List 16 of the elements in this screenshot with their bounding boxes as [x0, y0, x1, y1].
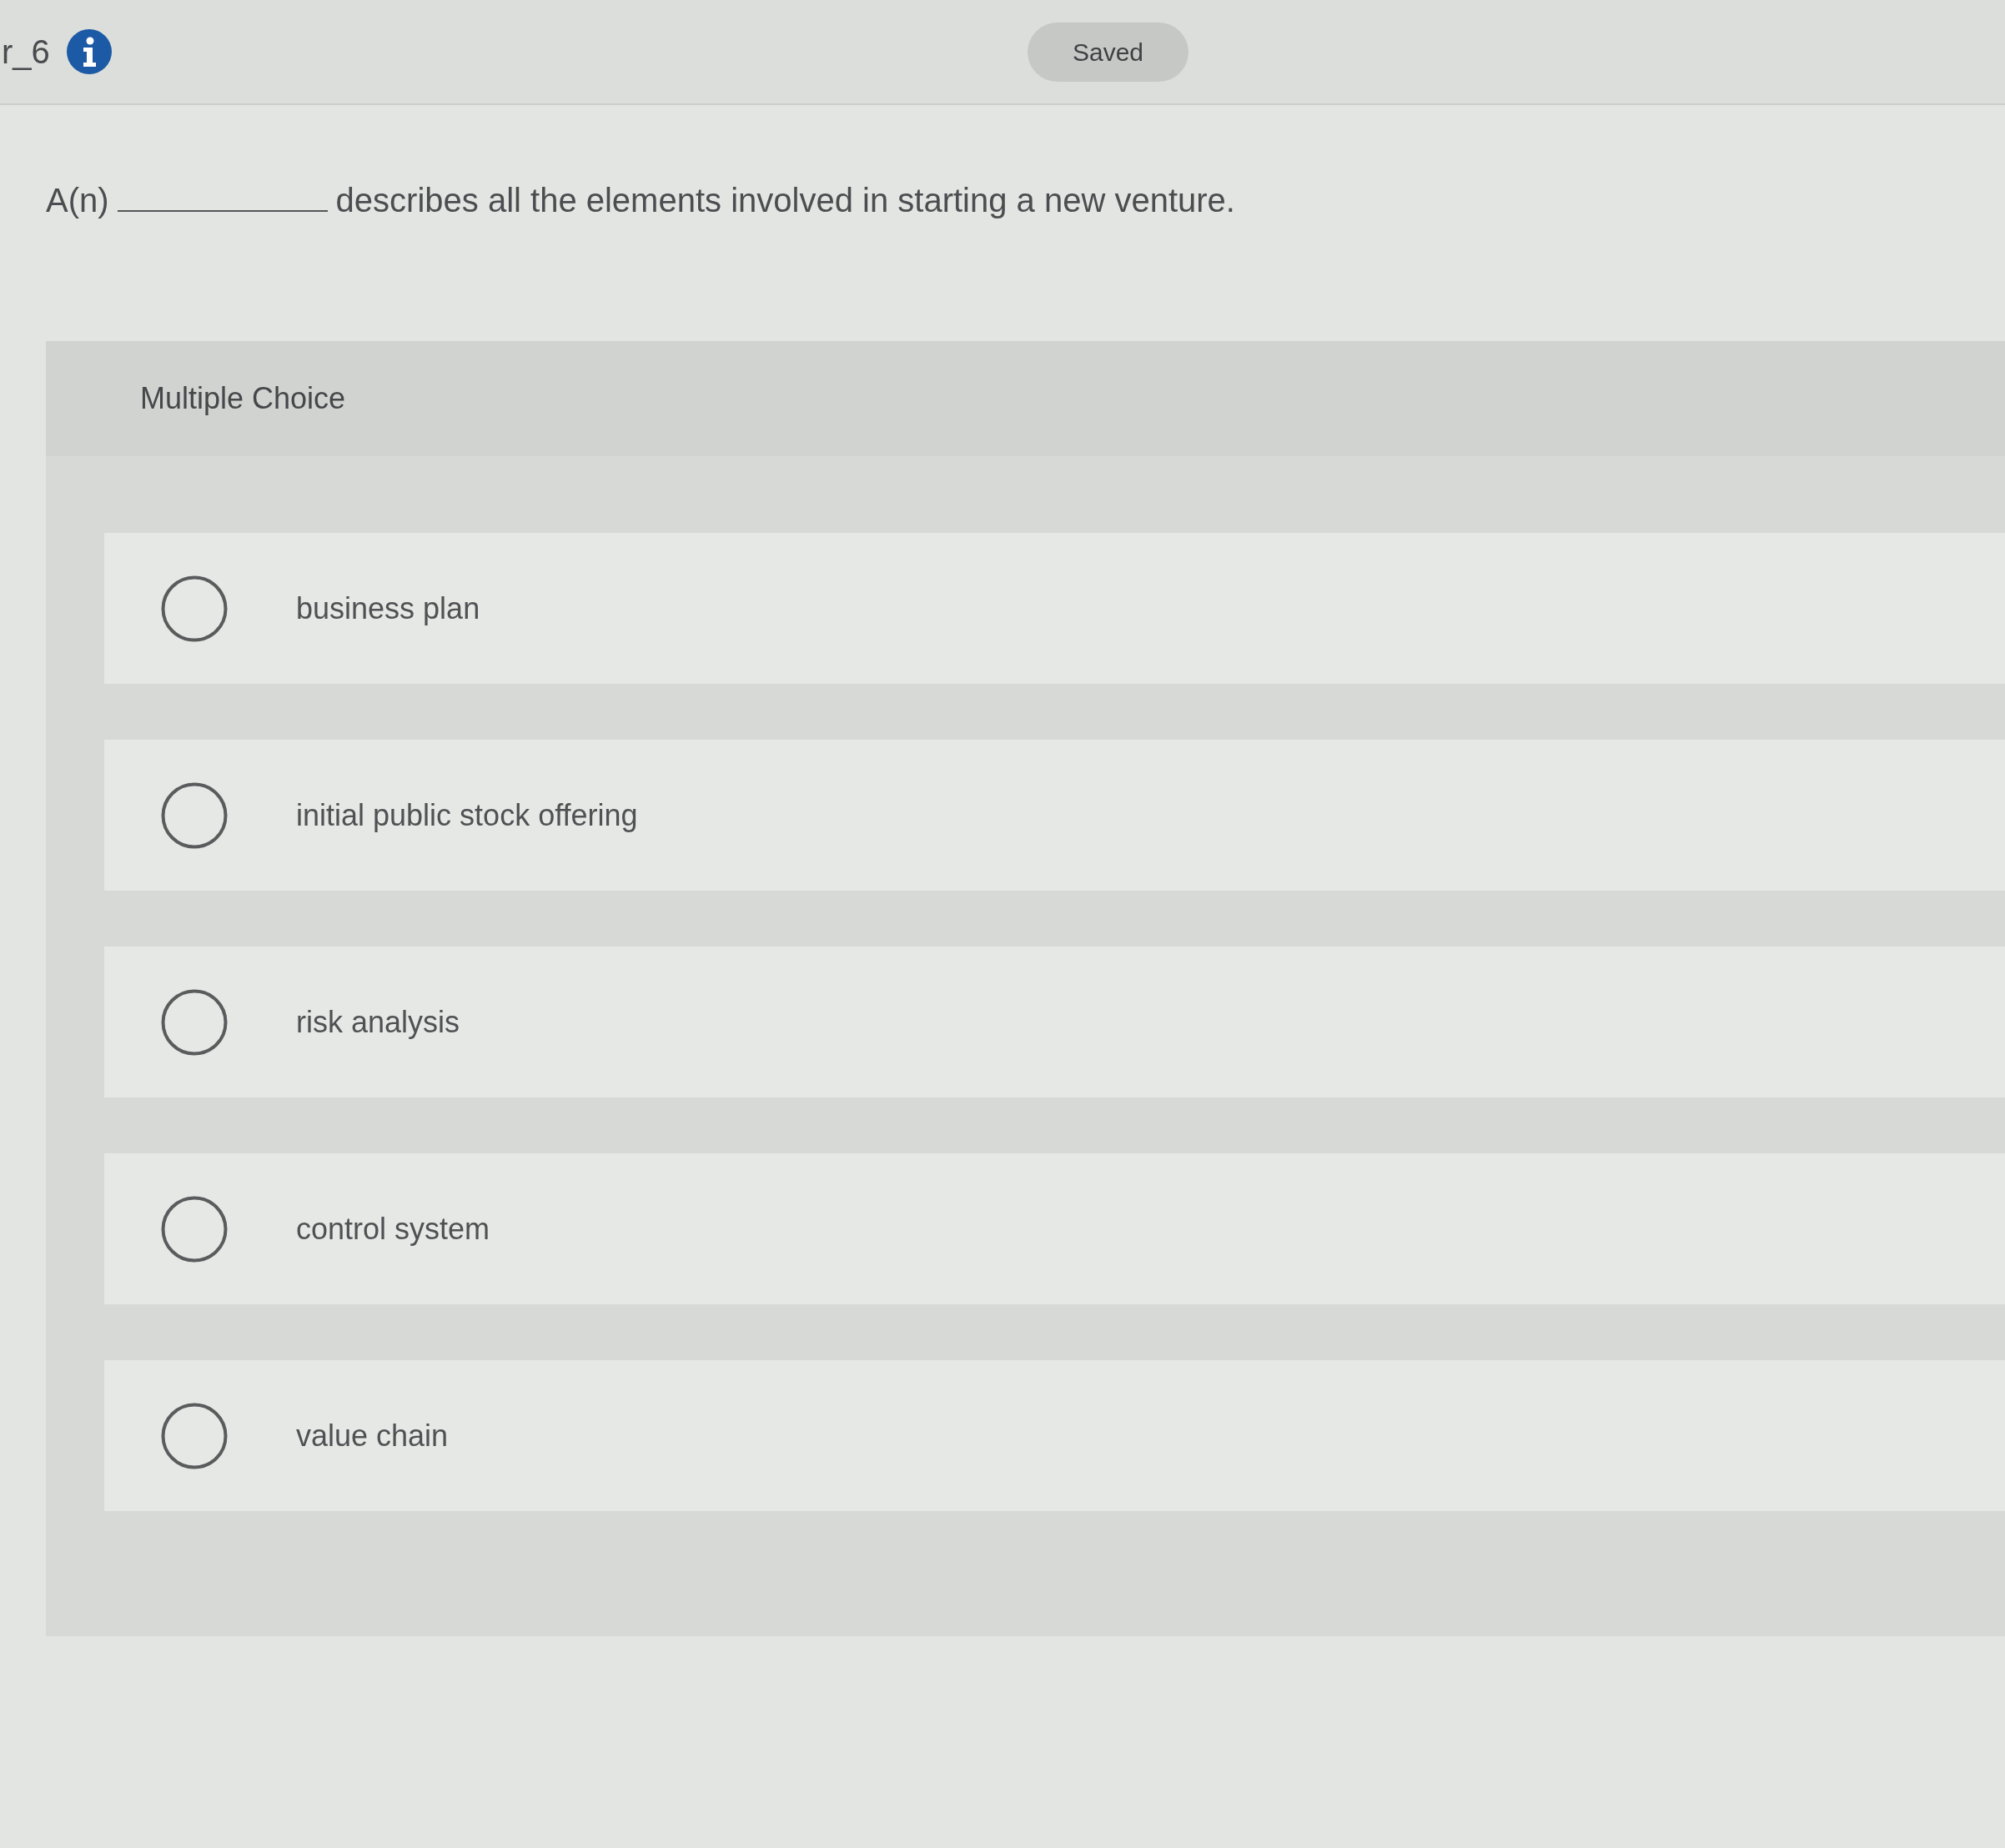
answer-option[interactable]: control system [104, 1153, 2005, 1304]
question-type-label: Multiple Choice [140, 381, 346, 416]
save-status-indicator: Saved [1028, 22, 1188, 82]
answer-option[interactable]: initial public stock offering [104, 740, 2005, 891]
radio-button[interactable] [161, 1195, 228, 1263]
assignment-title: r_6 [2, 33, 50, 71]
radio-button[interactable] [161, 1402, 228, 1469]
radio-button[interactable] [161, 575, 228, 642]
info-icon[interactable] [66, 29, 112, 74]
radio-button[interactable] [161, 988, 228, 1056]
answer-option[interactable]: value chain [104, 1360, 2005, 1511]
answer-option[interactable]: risk analysis [104, 947, 2005, 1097]
question-prefix: A(n) [46, 181, 109, 220]
question-text: describes all the elements involved in starting a new venture. [335, 181, 1235, 220]
answer-option[interactable]: business plan [104, 533, 2005, 684]
radio-button[interactable] [161, 781, 228, 849]
